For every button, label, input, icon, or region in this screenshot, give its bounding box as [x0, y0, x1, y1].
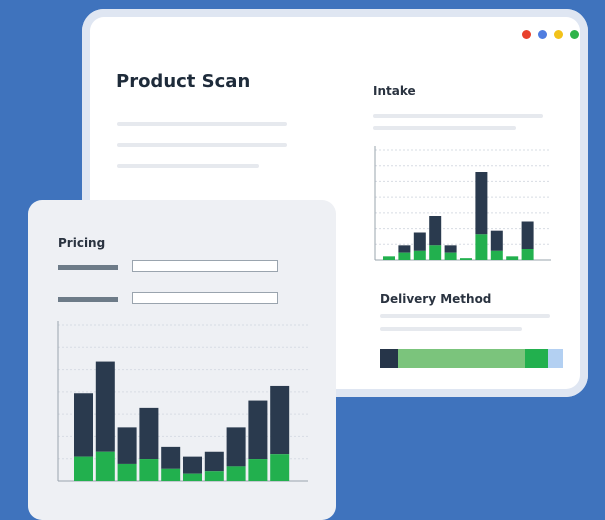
placeholder-line [373, 126, 516, 130]
bar-segment-green [226, 466, 246, 481]
bar-total [226, 427, 246, 467]
bar-total [270, 385, 290, 455]
blue-dot-icon[interactable] [538, 30, 547, 39]
placeholder-line [380, 314, 550, 318]
bar-segment-green [161, 468, 181, 481]
bar-total [74, 393, 93, 457]
window-controls [522, 30, 579, 39]
yellow-dot-icon[interactable] [554, 30, 563, 39]
pricing-label: Pricing [58, 236, 106, 250]
bar-segment-green [475, 234, 488, 260]
bar-total [490, 230, 503, 251]
bar-total [475, 172, 488, 235]
bar-segment-green [95, 451, 115, 481]
bar-segment-green [521, 249, 534, 260]
bar-total [521, 221, 534, 249]
red-dot-icon[interactable] [522, 30, 531, 39]
delivery-segment [380, 349, 399, 368]
bar-total [444, 245, 457, 253]
bar-total [204, 451, 224, 472]
intake-chart [374, 146, 551, 261]
placeholder-line [117, 143, 287, 147]
bar-total [183, 456, 202, 474]
pricing-chart [57, 321, 308, 482]
bar-segment-green [183, 473, 202, 481]
bar-segment-green [204, 471, 224, 481]
bar-total [248, 400, 268, 460]
bar-total [161, 446, 181, 469]
bar-total [139, 407, 159, 460]
delivery-method-bar [380, 349, 563, 368]
bar-segment-green [270, 454, 290, 481]
green-dot-icon[interactable] [570, 30, 579, 39]
bar-total [413, 232, 426, 251]
bar-segment-green [444, 252, 457, 260]
page-title: Product Scan [116, 71, 251, 92]
bar-segment-green [413, 250, 426, 260]
placeholder-line [117, 122, 287, 126]
delivery-method-label: Delivery Method [380, 292, 492, 306]
field-label-bar [58, 265, 118, 270]
bar-total [429, 216, 442, 246]
delivery-segment [398, 349, 525, 368]
intake-label: Intake [373, 84, 416, 98]
bar-segment-green [460, 258, 472, 260]
bar-total [398, 245, 411, 253]
bar-total [95, 361, 115, 452]
pricing-input-1[interactable] [132, 260, 278, 272]
bar-total [117, 427, 137, 464]
field-label-bar [58, 297, 118, 302]
bar-segment-green [139, 459, 159, 481]
pricing-input-2[interactable] [132, 292, 278, 304]
bar-segment-green [74, 456, 93, 481]
placeholder-line [117, 164, 259, 168]
bar-segment-green [429, 245, 442, 260]
bar-segment-green [117, 463, 137, 481]
bar-segment-green [506, 256, 519, 260]
bar-segment-green [490, 250, 503, 260]
delivery-segment [548, 349, 563, 368]
bar-segment-green [398, 252, 411, 260]
placeholder-line [380, 327, 522, 331]
delivery-segment [524, 349, 549, 368]
bar-segment-green [248, 459, 268, 481]
placeholder-line [373, 114, 543, 118]
bar-segment-green [383, 256, 395, 260]
